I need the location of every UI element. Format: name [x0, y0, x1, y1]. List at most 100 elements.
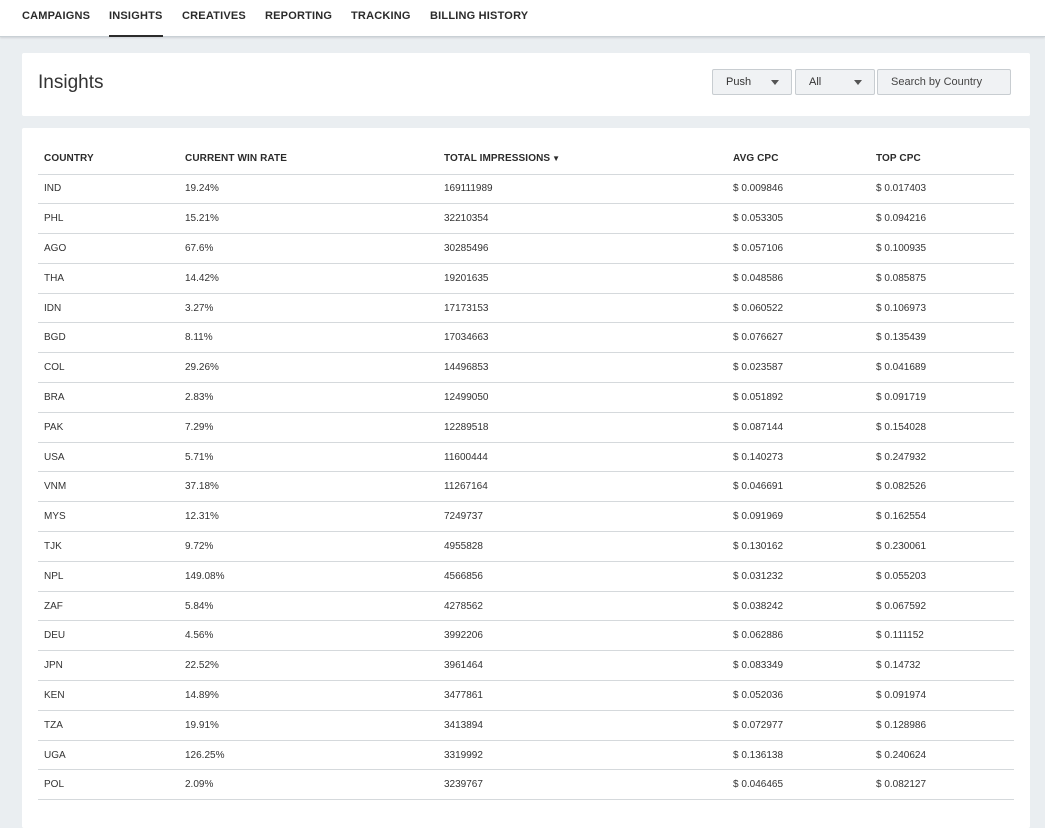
- table-row[interactable]: KEN 14.89% 3477861 $ 0.052036 $ 0.091974: [38, 680, 1014, 711]
- cell-avg-cpc: $ 0.048586: [727, 263, 870, 294]
- filter-select[interactable]: All: [795, 69, 875, 95]
- tab-billing-history[interactable]: BILLING HISTORY: [430, 10, 528, 37]
- cell-avg-cpc: $ 0.083349: [727, 650, 870, 682]
- table-row[interactable]: AGO 67.6% 30285496 $ 0.057106 $ 0.100935: [38, 233, 1014, 264]
- table-row[interactable]: COL 29.26% 14496853 $ 0.023587 $ 0.041689: [38, 352, 1014, 384]
- cell-total-impressions: 3992206: [438, 620, 727, 652]
- cell-win-rate: 19.91%: [179, 710, 438, 741]
- cell-total-impressions: 12499050: [438, 382, 727, 413]
- table-row[interactable]: POL 2.09% 3239767 $ 0.046465 $ 0.082127: [38, 769, 1014, 801]
- cell-top-cpc: $ 0.247932: [870, 442, 1014, 473]
- cell-top-cpc: $ 0.14732: [870, 650, 1014, 682]
- cell-avg-cpc: $ 0.136138: [727, 740, 870, 771]
- cell-top-cpc: $ 0.162554: [870, 501, 1014, 533]
- cell-avg-cpc: $ 0.076627: [727, 322, 870, 354]
- cell-avg-cpc: $ 0.060522: [727, 293, 870, 324]
- tab-reporting[interactable]: REPORTING: [265, 10, 332, 37]
- table-row[interactable]: DEU 4.56% 3992206 $ 0.062886 $ 0.111152: [38, 620, 1014, 652]
- cell-top-cpc: $ 0.230061: [870, 531, 1014, 562]
- cell-win-rate: 15.21%: [179, 203, 438, 235]
- table-row[interactable]: BGD 8.11% 17034663 $ 0.076627 $ 0.135439: [38, 322, 1014, 354]
- cell-win-rate: 3.27%: [179, 293, 438, 324]
- cell-total-impressions: 4278562: [438, 591, 727, 622]
- cell-win-rate: 29.26%: [179, 352, 438, 384]
- cell-win-rate: 2.83%: [179, 382, 438, 413]
- cell-country: COL: [38, 352, 179, 384]
- cell-win-rate: 4.56%: [179, 620, 438, 652]
- table-row[interactable]: UGA 126.25% 3319992 $ 0.136138 $ 0.240624: [38, 740, 1014, 771]
- cell-total-impressions: 32210354: [438, 203, 727, 235]
- cell-win-rate: 14.42%: [179, 263, 438, 294]
- tab-campaigns[interactable]: CAMPAIGNS: [22, 10, 90, 37]
- top-navigation: CAMPAIGNS INSIGHTS CREATIVES REPORTING T…: [0, 0, 1045, 37]
- search-country-input[interactable]: [877, 69, 1011, 95]
- cell-win-rate: 22.52%: [179, 650, 438, 682]
- cell-country: THA: [38, 263, 179, 294]
- table-row[interactable]: JPN 22.52% 3961464 $ 0.083349 $ 0.14732: [38, 650, 1014, 682]
- table-row[interactable]: TJK 9.72% 4955828 $ 0.130162 $ 0.230061: [38, 531, 1014, 562]
- cell-country: JPN: [38, 650, 179, 682]
- cell-top-cpc: $ 0.055203: [870, 561, 1014, 592]
- cell-country: TJK: [38, 531, 179, 562]
- cell-country: UGA: [38, 740, 179, 771]
- cell-top-cpc: $ 0.240624: [870, 740, 1014, 771]
- table-row[interactable]: BRA 2.83% 12499050 $ 0.051892 $ 0.091719: [38, 382, 1014, 413]
- cell-avg-cpc: $ 0.087144: [727, 412, 870, 443]
- cell-top-cpc: $ 0.091974: [870, 680, 1014, 711]
- table-row[interactable]: PHL 15.21% 32210354 $ 0.053305 $ 0.094216: [38, 203, 1014, 235]
- table-row[interactable]: NPL 149.08% 4566856 $ 0.031232 $ 0.055203: [38, 561, 1014, 592]
- cell-avg-cpc: $ 0.023587: [727, 352, 870, 384]
- cell-country: DEU: [38, 620, 179, 652]
- cell-win-rate: 126.25%: [179, 740, 438, 771]
- cell-country: BGD: [38, 322, 179, 354]
- cell-top-cpc: $ 0.017403: [870, 174, 1014, 205]
- table-row[interactable]: TZA 19.91% 3413894 $ 0.072977 $ 0.128986: [38, 710, 1014, 741]
- cell-country: PHL: [38, 203, 179, 235]
- cell-country: ZAF: [38, 591, 179, 622]
- cell-total-impressions: 14496853: [438, 352, 727, 384]
- table-row[interactable]: MYS 12.31% 7249737 $ 0.091969 $ 0.162554: [38, 501, 1014, 533]
- cell-avg-cpc: $ 0.046691: [727, 471, 870, 503]
- table-row[interactable]: VNM 37.18% 11267164 $ 0.046691 $ 0.082526: [38, 471, 1014, 503]
- cell-avg-cpc: $ 0.031232: [727, 561, 870, 592]
- cell-total-impressions: 3477861: [438, 680, 727, 711]
- table-row[interactable]: IND 19.24% 169111989 $ 0.009846 $ 0.017403: [38, 174, 1014, 205]
- chevron-down-icon: [854, 80, 862, 85]
- cell-avg-cpc: $ 0.046465: [727, 769, 870, 801]
- table-row[interactable]: PAK 7.29% 12289518 $ 0.087144 $ 0.154028: [38, 412, 1014, 443]
- cell-win-rate: 5.84%: [179, 591, 438, 622]
- tab-insights[interactable]: INSIGHTS: [109, 10, 163, 37]
- cell-top-cpc: $ 0.106973: [870, 293, 1014, 324]
- table-row[interactable]: THA 14.42% 19201635 $ 0.048586 $ 0.085875: [38, 263, 1014, 294]
- type-select-value: Push: [726, 76, 752, 88]
- tab-creatives[interactable]: CREATIVES: [182, 10, 246, 37]
- column-header-current-win-rate[interactable]: CURRENT WIN RATE: [179, 144, 438, 175]
- table-row[interactable]: IDN 3.27% 17173153 $ 0.060522 $ 0.106973: [38, 293, 1014, 324]
- cell-top-cpc: $ 0.100935: [870, 233, 1014, 264]
- cell-win-rate: 2.09%: [179, 769, 438, 801]
- sort-desc-icon: ▼: [552, 154, 561, 164]
- cell-country: USA: [38, 442, 179, 473]
- cell-total-impressions: 7249737: [438, 501, 727, 533]
- column-header-top-cpc[interactable]: TOP CPC: [870, 144, 1014, 175]
- insights-table: COUNTRY CURRENT WIN RATE TOTAL IMPRESSIO…: [38, 144, 1014, 801]
- cell-total-impressions: 3961464: [438, 650, 727, 682]
- cell-total-impressions: 19201635: [438, 263, 727, 294]
- column-header-total-impressions[interactable]: TOTAL IMPRESSIONS ▼: [438, 144, 727, 175]
- cell-avg-cpc: $ 0.091969: [727, 501, 870, 533]
- cell-win-rate: 149.08%: [179, 561, 438, 592]
- tab-tracking[interactable]: TRACKING: [351, 10, 411, 37]
- cell-top-cpc: $ 0.135439: [870, 322, 1014, 354]
- type-select[interactable]: Push: [712, 69, 792, 95]
- table-row[interactable]: USA 5.71% 11600444 $ 0.140273 $ 0.247932: [38, 442, 1014, 473]
- column-header-country[interactable]: COUNTRY: [38, 144, 179, 175]
- column-header-avg-cpc[interactable]: AVG CPC: [727, 144, 870, 175]
- cell-total-impressions: 17034663: [438, 322, 727, 354]
- cell-top-cpc: $ 0.082127: [870, 769, 1014, 801]
- cell-total-impressions: 4566856: [438, 561, 727, 592]
- table-header-row: COUNTRY CURRENT WIN RATE TOTAL IMPRESSIO…: [38, 144, 1014, 175]
- cell-top-cpc: $ 0.128986: [870, 710, 1014, 741]
- cell-top-cpc: $ 0.091719: [870, 382, 1014, 413]
- table-row[interactable]: ZAF 5.84% 4278562 $ 0.038242 $ 0.067592: [38, 591, 1014, 622]
- cell-top-cpc: $ 0.154028: [870, 412, 1014, 443]
